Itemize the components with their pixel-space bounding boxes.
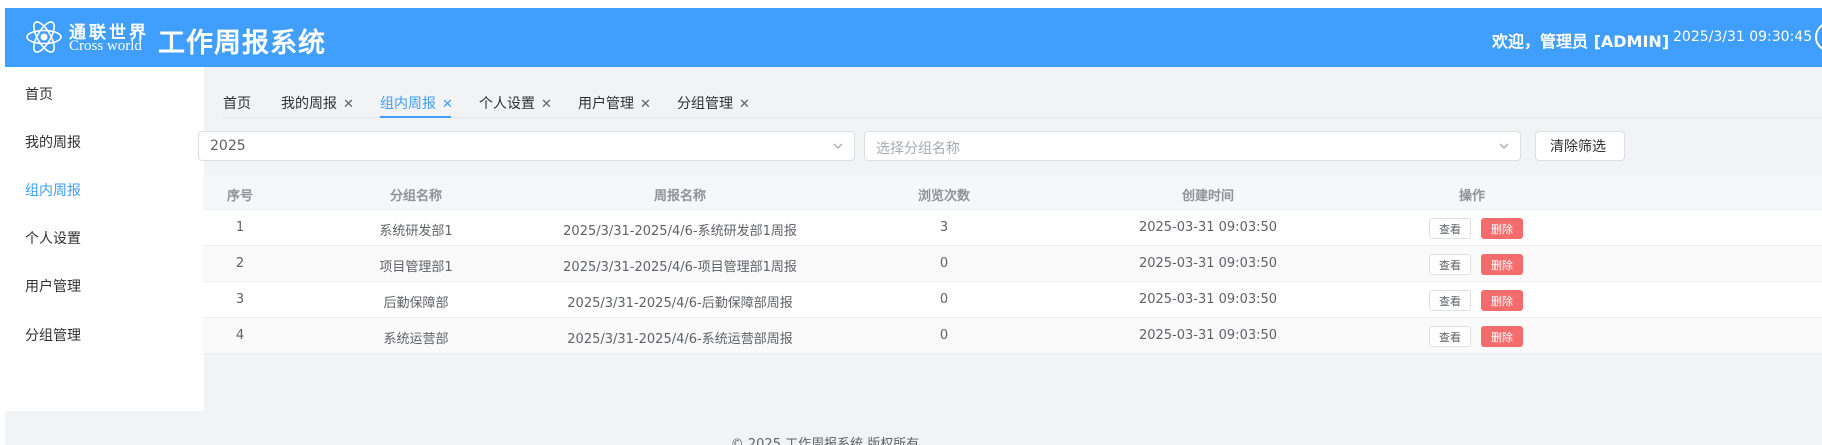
cell-views: 0 [939, 328, 949, 343]
current-datetime: 2025/3/31 09:30:45 [1673, 29, 1813, 45]
cell-report-name: 2025/3/31-2025/4/6-项目管理部1周报 [563, 260, 797, 275]
welcome-text: 欢迎，管理员 [ADMIN] [1492, 32, 1670, 51]
tab-group-management[interactable]: 分组管理 ✕ [677, 93, 750, 113]
app-title: 工作周报系统 [158, 28, 326, 59]
tab-user-management[interactable]: 用户管理 ✕ [578, 93, 651, 113]
cell-index: 4 [235, 328, 245, 343]
sidebar-item-home[interactable]: 首页 [25, 84, 53, 104]
cell-report-name: 2025/3/31-2025/4/6-后勤保障部周报 [567, 296, 793, 311]
column-header-views: 浏览次数 [917, 189, 971, 204]
cell-group-name: 系统研发部1 [379, 224, 453, 239]
table-row: 1 系统研发部1 2025/3/31-2025/4/6-系统研发部1周报 3 2… [203, 210, 1822, 246]
sidebar-item-personal-settings[interactable]: 个人设置 [25, 228, 81, 248]
cell-created-time: 2025-03-31 09:03:50 [1138, 256, 1278, 271]
reports-table: 序号 分组名称 周报名称 浏览次数 创建时间 操作 1 系统研发部1 2025/… [203, 175, 1822, 354]
tab-label: 用户管理 [578, 96, 634, 112]
view-button[interactable]: 查看 [1429, 326, 1471, 347]
tab-label: 个人设置 [479, 96, 535, 112]
close-icon[interactable]: ✕ [541, 97, 552, 112]
table-row: 3 后勤保障部 2025/3/31-2025/4/6-后勤保障部周报 0 202… [203, 282, 1822, 318]
sidebar: 首页 我的周报 组内周报 个人设置 用户管理 分组管理 [5, 67, 204, 411]
tab-my-reports[interactable]: 我的周报 ✕ [281, 93, 354, 113]
column-header-created-time: 创建时间 [1181, 189, 1235, 204]
tab-group-reports[interactable]: 组内周报 ✕ [380, 93, 453, 113]
app-window: 通联世界 Cross world 工作周报系统 欢迎，管理员 [ADMIN] 2… [5, 8, 1822, 445]
table-row: 4 系统运营部 2025/3/31-2025/4/6-系统运营部周报 0 202… [203, 318, 1822, 354]
cell-group-name: 项目管理部1 [379, 260, 453, 275]
cell-report-name: 2025/3/31-2025/4/6-系统研发部1周报 [563, 224, 797, 239]
copyright-footer: © 2025 工作周报系统 版权所有 [730, 437, 920, 445]
cell-created-time: 2025-03-31 09:03:50 [1138, 220, 1278, 235]
avatar[interactable] [1815, 22, 1822, 52]
cell-created-time: 2025-03-31 09:03:50 [1138, 328, 1278, 343]
column-header-group-name: 分组名称 [389, 189, 443, 204]
cell-views: 0 [939, 256, 949, 271]
group-select-placeholder: 选择分组名称 [876, 141, 960, 157]
view-button[interactable]: 查看 [1429, 218, 1471, 239]
cell-created-time: 2025-03-31 09:03:50 [1138, 292, 1278, 307]
cell-index: 2 [235, 256, 245, 271]
tab-bar: 首页 我的周报 ✕ 组内周报 ✕ 个人设置 ✕ 用户管理 ✕ 分组管理 ✕ [223, 74, 1822, 118]
delete-button[interactable]: 删除 [1481, 254, 1523, 275]
sidebar-item-group-reports[interactable]: 组内周报 [25, 180, 81, 200]
year-select-value: 2025 [210, 138, 246, 154]
tab-label: 分组管理 [677, 96, 733, 112]
clear-filter-button[interactable]: 清除筛选 [1535, 131, 1625, 161]
table-header: 序号 分组名称 周报名称 浏览次数 创建时间 操作 [203, 175, 1822, 210]
cell-group-name: 系统运营部 [383, 332, 449, 347]
tab-label: 首页 [223, 96, 251, 112]
column-header-index: 序号 [226, 189, 254, 204]
chevron-down-icon [1499, 143, 1509, 149]
sidebar-item-group-management[interactable]: 分组管理 [25, 325, 81, 345]
sidebar-item-my-reports[interactable]: 我的周报 [25, 132, 81, 152]
delete-button[interactable]: 删除 [1481, 290, 1523, 311]
sidebar-item-user-management[interactable]: 用户管理 [25, 276, 81, 296]
logo-text-en: Cross world [69, 38, 142, 54]
view-button[interactable]: 查看 [1429, 290, 1471, 311]
group-select[interactable]: 选择分组名称 [864, 131, 1521, 161]
cell-views: 0 [939, 292, 949, 307]
column-header-report-name: 周报名称 [653, 189, 707, 204]
delete-button[interactable]: 删除 [1481, 218, 1523, 239]
cell-index: 3 [235, 292, 245, 307]
tab-label: 组内周报 [380, 96, 436, 112]
cell-views: 3 [939, 220, 949, 235]
year-select[interactable]: 2025 [198, 131, 855, 161]
tab-personal-settings[interactable]: 个人设置 ✕ [479, 93, 552, 113]
delete-button[interactable]: 删除 [1481, 326, 1523, 347]
atom-logo-icon [26, 21, 62, 53]
cell-report-name: 2025/3/31-2025/4/6-系统运营部周报 [567, 332, 793, 347]
close-icon[interactable]: ✕ [739, 97, 750, 112]
view-button[interactable]: 查看 [1429, 254, 1471, 275]
table-row: 2 项目管理部1 2025/3/31-2025/4/6-项目管理部1周报 0 2… [203, 246, 1822, 282]
close-icon[interactable]: ✕ [343, 97, 354, 112]
column-header-actions: 操作 [1458, 189, 1486, 204]
tab-home[interactable]: 首页 [223, 93, 251, 113]
chevron-down-icon [833, 143, 843, 149]
cell-group-name: 后勤保障部 [383, 296, 449, 311]
cell-index: 1 [235, 220, 245, 235]
tab-label: 我的周报 [281, 96, 337, 112]
top-header: 通联世界 Cross world 工作周报系统 欢迎，管理员 [ADMIN] 2… [5, 8, 1822, 67]
close-icon[interactable]: ✕ [640, 97, 651, 112]
close-icon[interactable]: ✕ [442, 97, 453, 112]
active-tab-indicator [380, 116, 451, 118]
